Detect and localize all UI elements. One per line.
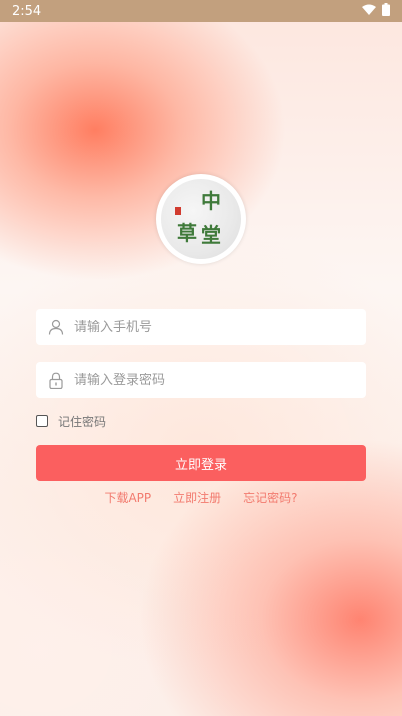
background (0, 0, 402, 716)
phone-field[interactable] (36, 309, 366, 345)
status-icons (362, 2, 390, 20)
register-link[interactable]: 立即注册 (173, 489, 221, 506)
status-time: 2:54 (12, 3, 42, 19)
download-app-link[interactable]: 下载APP (104, 489, 151, 506)
status-bar: 2:54 (0, 0, 402, 22)
wifi-icon (362, 4, 376, 19)
footer-links: 下载APP 立即注册 忘记密码? (0, 489, 402, 506)
battery-icon (382, 2, 390, 20)
forgot-password-link[interactable]: 忘记密码? (243, 489, 297, 506)
logo-char-1: 中 (201, 189, 221, 213)
logo-char-2: 草 (177, 221, 197, 245)
logo-char-3: 堂 (201, 223, 221, 247)
login-button[interactable]: 立即登录 (36, 445, 366, 481)
remember-password[interactable]: 记住密码 (36, 412, 106, 430)
password-input[interactable] (74, 372, 344, 388)
logo-seal (175, 207, 181, 215)
logo-badge: 中 草 堂 (161, 179, 241, 259)
password-field[interactable] (36, 362, 366, 398)
remember-checkbox[interactable] (36, 415, 48, 427)
lock-icon (48, 372, 64, 389)
app-logo: 中 草 堂 (156, 174, 246, 264)
user-icon (48, 319, 64, 335)
remember-label: 记住密码 (58, 414, 107, 429)
phone-input[interactable] (74, 319, 344, 335)
